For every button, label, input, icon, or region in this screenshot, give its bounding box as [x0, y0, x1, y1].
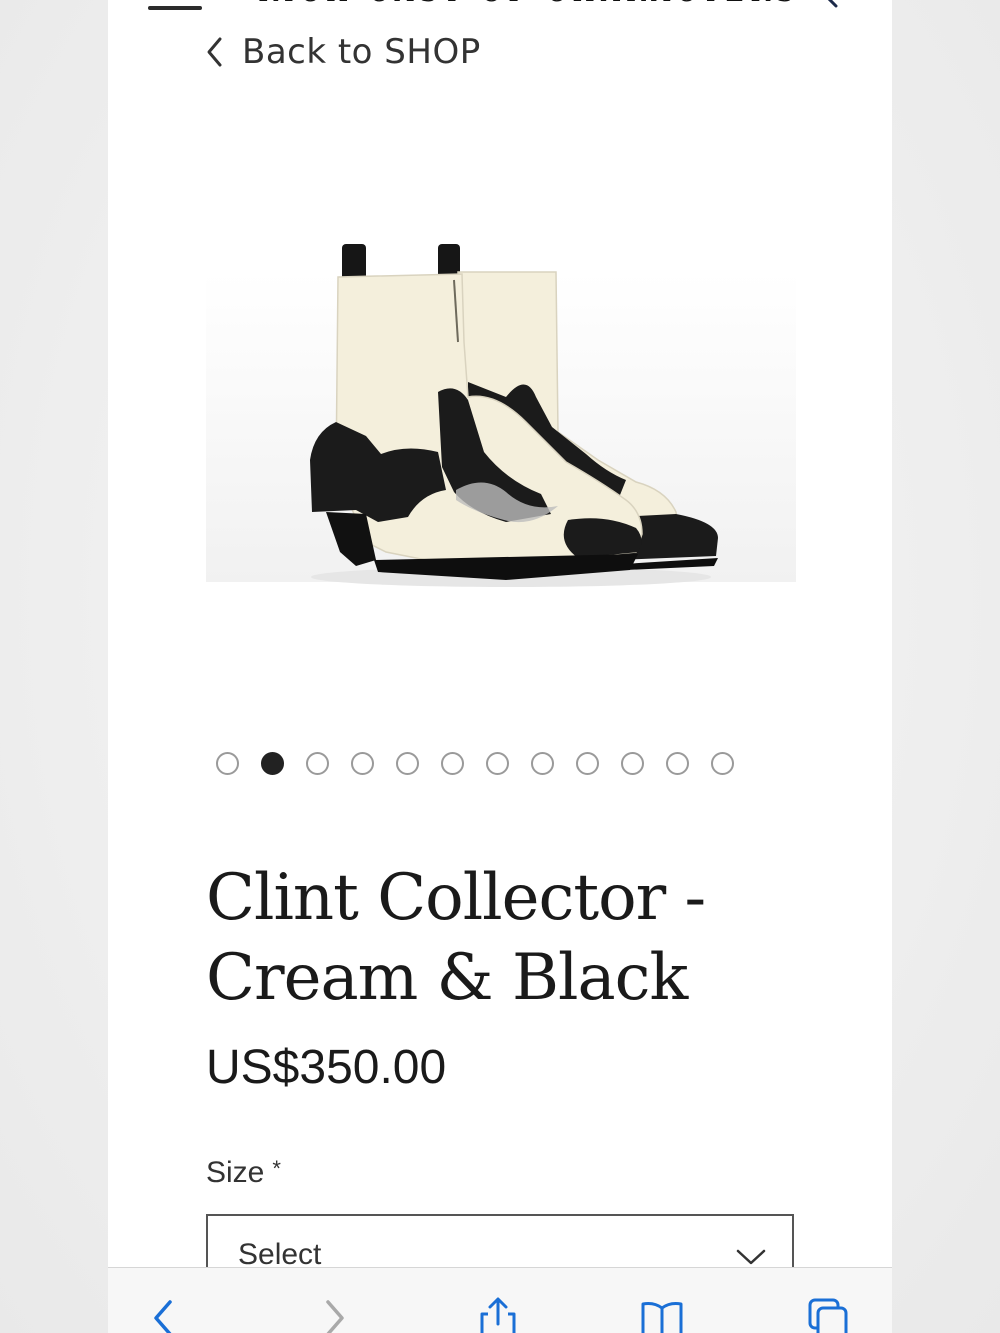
gallery-dot[interactable]: [306, 752, 329, 775]
gallery-dot[interactable]: [351, 752, 374, 775]
gallery-dot[interactable]: [576, 752, 599, 775]
product-page: RICH CAST OF CHARACTERS Back to SHOP: [108, 0, 892, 1333]
product-title: Clint Collector - Cream & Black: [206, 858, 806, 1018]
product-image[interactable]: [206, 222, 796, 612]
product-title-line-2: Cream & Black: [206, 941, 688, 1015]
share-icon[interactable]: [476, 1296, 520, 1333]
required-mark: *: [272, 1156, 281, 1181]
gallery-dot[interactable]: [621, 752, 644, 775]
gallery-dot[interactable]: [486, 752, 509, 775]
back-arrow-icon[interactable]: [144, 1296, 188, 1333]
screen: RICH CAST OF CHARACTERS Back to SHOP: [0, 0, 1000, 1333]
back-to-shop-label: Back to SHOP: [242, 32, 481, 72]
gallery-dot[interactable]: [216, 752, 239, 775]
gallery-pagination: [216, 752, 734, 775]
size-label-text: Size: [206, 1156, 265, 1189]
chevron-left-icon: [207, 37, 222, 67]
tabs-icon[interactable]: [806, 1296, 850, 1333]
gallery-dot[interactable]: [396, 752, 419, 775]
bookmarks-icon[interactable]: [640, 1296, 684, 1333]
gallery-dot[interactable]: [711, 752, 734, 775]
chevron-down-icon: [736, 1249, 766, 1265]
gallery-dot[interactable]: [261, 752, 284, 775]
forward-arrow-icon[interactable]: [312, 1296, 356, 1333]
product-price: US$350.00: [206, 1041, 447, 1094]
hamburger-menu-icon[interactable]: [148, 6, 202, 10]
gallery-dot[interactable]: [531, 752, 554, 775]
back-to-shop-link[interactable]: Back to SHOP: [204, 30, 481, 74]
browser-toolbar: [108, 1267, 892, 1333]
gallery-dot[interactable]: [666, 752, 689, 775]
size-label: Size *: [206, 1156, 281, 1190]
product-title-line-1: Clint Collector -: [206, 861, 706, 935]
search-icon[interactable]: [816, 0, 842, 14]
brand-logo[interactable]: RICH CAST OF CHARACTERS: [258, 0, 794, 8]
gallery-dot[interactable]: [441, 752, 464, 775]
